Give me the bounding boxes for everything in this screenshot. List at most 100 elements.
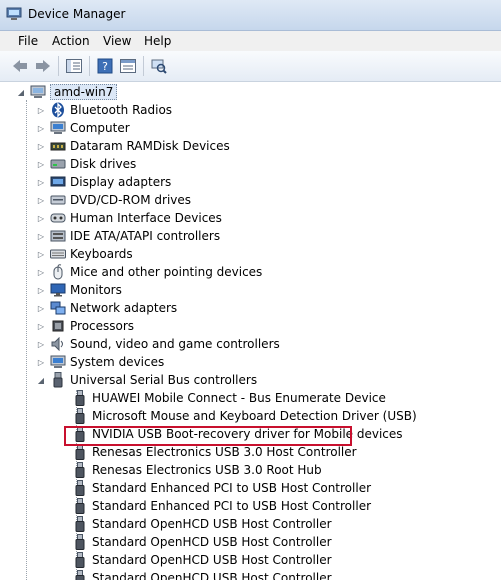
usb-device-label: Renesas Electronics USB 3.0 Root Hub <box>92 463 322 477</box>
expand-arrow-icon[interactable]: ▷ <box>36 160 46 169</box>
usb-device-icon <box>72 390 88 406</box>
usb-device-item[interactable]: Renesas Electronics USB 3.0 Root Hub <box>72 461 322 479</box>
tree-category-ide-ata-atapi-controllers[interactable]: ▷ IDE ATA/ATAPI controllers <box>36 227 220 245</box>
tree-category-computer[interactable]: ▷ Computer <box>36 119 130 137</box>
tree-category-keyboards[interactable]: ▷ Keyboards <box>36 245 133 263</box>
usb-device-icon <box>72 498 88 514</box>
scan-hardware-icon <box>151 59 167 74</box>
forward-button[interactable] <box>33 56 53 76</box>
tree-category-system-devices[interactable]: ▷ System devices <box>36 353 164 371</box>
sound-icon <box>50 336 66 352</box>
tree-category-dataram-ramdisk-devices[interactable]: ▷ Dataram RAMDisk Devices <box>36 137 230 155</box>
tree-category-bluetooth-radios[interactable]: ▷ Bluetooth Radios <box>36 101 172 119</box>
expand-arrow-icon[interactable]: ▷ <box>36 178 46 187</box>
expand-arrow-icon[interactable]: ▷ <box>36 124 46 133</box>
show-hide-tree-icon <box>66 59 82 73</box>
expand-arrow-icon[interactable]: ▷ <box>36 358 46 367</box>
usb-device-icon <box>72 462 88 478</box>
toolbar: ? <box>0 51 501 82</box>
tree-category-label: Keyboards <box>70 247 133 261</box>
usb-device-icon <box>72 480 88 496</box>
network-adapter-icon <box>50 300 66 316</box>
show-hide-tree-button[interactable] <box>64 56 84 76</box>
tree-category-label: System devices <box>70 355 165 369</box>
usb-device-item[interactable]: Standard OpenHCD USB Host Controller <box>72 533 332 551</box>
tree-category-label: Disk drives <box>70 157 137 171</box>
usb-device-item[interactable]: Microsoft Mouse and Keyboard Detection D… <box>72 407 417 425</box>
tree-category-universal-serial-bus-controllers[interactable]: ◢ Universal Serial Bus controllers <box>36 371 257 389</box>
menu-help[interactable]: Help <box>144 34 171 48</box>
usb-device-item[interactable]: Standard OpenHCD USB Host Controller <box>72 569 332 580</box>
menu-view[interactable]: View <box>103 34 131 48</box>
properties-button[interactable] <box>118 56 138 76</box>
tree-category-label: DVD/CD-ROM drives <box>70 193 192 207</box>
tree-category-disk-drives[interactable]: ▷ Disk drives <box>36 155 136 173</box>
usb-device-icon <box>72 570 88 580</box>
tree-category-label: Universal Serial Bus controllers <box>70 373 258 387</box>
properties-icon <box>120 59 136 73</box>
computer-icon <box>30 84 46 100</box>
tree-category-display-adapters[interactable]: ▷ Display adapters <box>36 173 171 191</box>
help-icon: ? <box>97 58 113 74</box>
usb-device-icon <box>72 408 88 424</box>
title-bar: Device Manager <box>0 0 501 31</box>
menu-file[interactable]: File <box>18 34 38 48</box>
collapse-arrow-icon[interactable]: ◢ <box>16 88 26 97</box>
disk-drive-icon <box>50 156 66 172</box>
tree-category-sound-video-and-game-controllers[interactable]: ▷ Sound, video and game controllers <box>36 335 280 353</box>
back-button[interactable] <box>10 56 30 76</box>
tree-category-label: Network adapters <box>70 301 178 315</box>
usb-device-item[interactable]: HUAWEI Mobile Connect - Bus Enumerate De… <box>72 389 386 407</box>
tree-category-dvd-cd-rom-drives[interactable]: ▷ DVD/CD-ROM drives <box>36 191 191 209</box>
tree-root[interactable]: ◢ amd-win7 <box>16 83 118 101</box>
system-devices-icon <box>50 354 66 370</box>
help-button[interactable]: ? <box>95 56 115 76</box>
expand-arrow-icon[interactable]: ▷ <box>36 232 46 241</box>
device-manager-icon <box>6 7 22 20</box>
tree-category-label: Computer <box>70 121 130 135</box>
processor-icon <box>50 318 66 334</box>
tree-category-monitors[interactable]: ▷ Monitors <box>36 281 122 299</box>
usb-device-label: Renesas Electronics USB 3.0 Host Control… <box>92 445 357 459</box>
tree-root-label: amd-win7 <box>50 84 118 100</box>
usb-device-item[interactable]: Standard Enhanced PCI to USB Host Contro… <box>72 479 371 497</box>
tree-category-network-adapters[interactable]: ▷ Network adapters <box>36 299 177 317</box>
usb-device-item[interactable]: Standard OpenHCD USB Host Controller <box>72 515 332 533</box>
ide-controller-icon <box>50 228 66 244</box>
highlight-box <box>64 426 352 446</box>
scan-hardware-button[interactable] <box>149 56 169 76</box>
expand-arrow-icon[interactable]: ▷ <box>36 142 46 151</box>
tree-category-label: Sound, video and game controllers <box>70 337 280 351</box>
expand-arrow-icon[interactable]: ▷ <box>36 196 46 205</box>
svg-text:?: ? <box>102 60 108 73</box>
tree-category-label: Monitors <box>70 283 122 297</box>
collapse-arrow-icon[interactable]: ◢ <box>36 376 46 385</box>
dvd-drive-icon <box>50 192 66 208</box>
menu-action[interactable]: Action <box>52 34 90 48</box>
tree-category-label: Human Interface Devices <box>70 211 222 225</box>
usb-device-label: Standard OpenHCD USB Host Controller <box>92 517 332 531</box>
tree-category-label: Bluetooth Radios <box>70 103 173 117</box>
tree-category-label: Mice and other pointing devices <box>70 265 263 279</box>
expand-arrow-icon[interactable]: ▷ <box>36 250 46 259</box>
expand-arrow-icon[interactable]: ▷ <box>36 286 46 295</box>
expand-arrow-icon[interactable]: ▷ <box>36 106 46 115</box>
expand-arrow-icon[interactable]: ▷ <box>36 214 46 223</box>
toolbar-separator <box>89 56 90 76</box>
tree-category-mice-and-other-pointing-devices[interactable]: ▷ Mice and other pointing devices <box>36 263 262 281</box>
usb-device-label: Standard Enhanced PCI to USB Host Contro… <box>92 481 372 495</box>
expand-arrow-icon[interactable]: ▷ <box>36 268 46 277</box>
tree-category-processors[interactable]: ▷ Processors <box>36 317 134 335</box>
usb-device-item[interactable]: Standard OpenHCD USB Host Controller <box>72 551 332 569</box>
tree-guide-line <box>26 100 27 580</box>
toolbar-separator <box>58 56 59 76</box>
ramdisk-icon <box>50 138 66 154</box>
expand-arrow-icon[interactable]: ▷ <box>36 340 46 349</box>
display-adapter-icon <box>50 174 66 190</box>
bluetooth-icon <box>50 102 66 118</box>
expand-arrow-icon[interactable]: ▷ <box>36 304 46 313</box>
tree-category-human-interface-devices[interactable]: ▷ Human Interface Devices <box>36 209 222 227</box>
hid-icon <box>50 210 66 226</box>
usb-device-item[interactable]: Standard Enhanced PCI to USB Host Contro… <box>72 497 371 515</box>
expand-arrow-icon[interactable]: ▷ <box>36 322 46 331</box>
